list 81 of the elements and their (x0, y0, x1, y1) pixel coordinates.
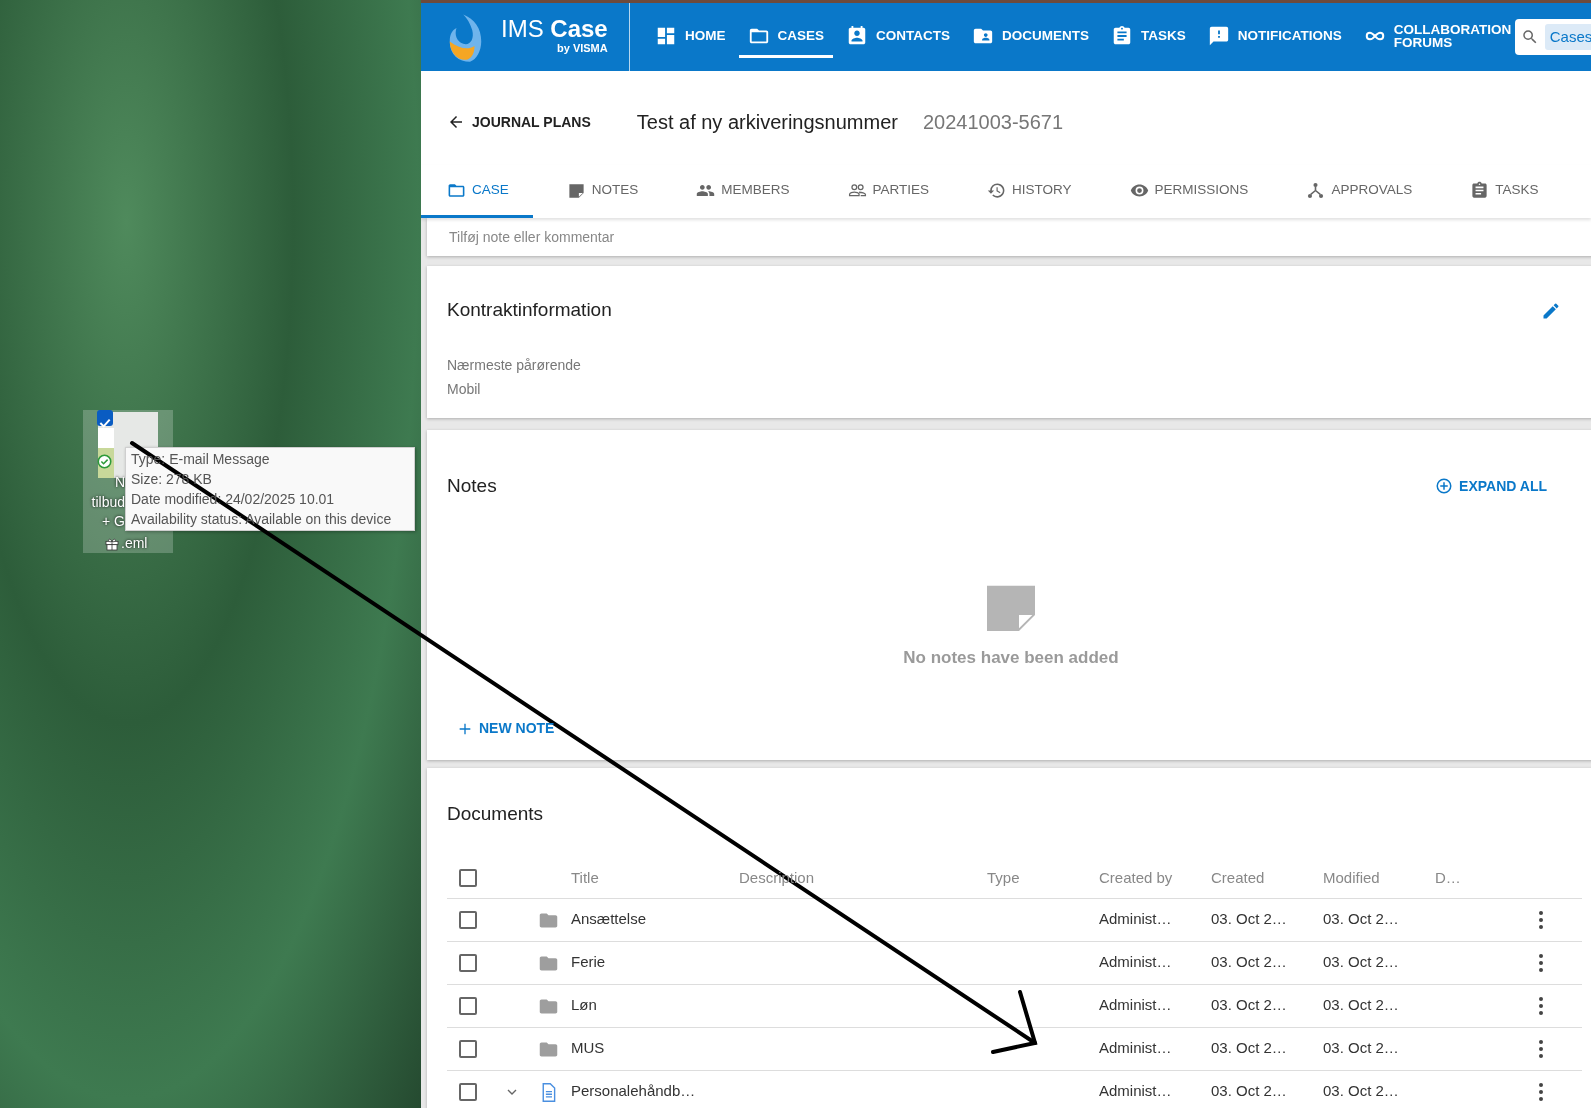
row-checkbox[interactable] (459, 1039, 477, 1058)
clipboard-icon (1111, 24, 1133, 47)
table-cell-text: 03. Oct 2… (1323, 952, 1400, 973)
back-link[interactable]: JOURNAL PLANS (447, 107, 591, 137)
logo-text: IMS Case (501, 17, 608, 40)
file-name-line: N (113, 473, 125, 492)
table-cell-text: Ansættelse (571, 909, 648, 930)
table-cell-text: Administ… (1099, 1081, 1173, 1102)
clipboard-icon (1470, 180, 1490, 200)
pencil-icon (1541, 301, 1561, 321)
table-cell-text: 03. Oct 2… (1323, 909, 1400, 930)
file-name-line: + G (101, 512, 125, 531)
table-cell-text: 03. Oct 2… (1211, 995, 1288, 1016)
column-header[interactable]: Title (571, 866, 739, 890)
table-cell-text: Administ… (1099, 995, 1173, 1016)
table-cell-text: Personalehåndb… (571, 1081, 697, 1102)
row-checkbox[interactable] (459, 1082, 477, 1101)
case-title: Test af ny arkiveringsnummer (636, 110, 898, 135)
table-cell-text: 03. Oct 2… (1211, 952, 1288, 973)
table-cell-text: 03. Oct 2… (1323, 995, 1400, 1016)
table-cell-text: 03. Oct 2… (1211, 1038, 1288, 1059)
expand-all-button[interactable]: EXPAND ALL (1435, 473, 1547, 499)
table-cell-text: Administ… (1099, 1038, 1173, 1059)
column-header[interactable]: D… (1435, 866, 1535, 890)
table-cell-text: 03. Oct 2… (1323, 1081, 1400, 1102)
more-vertical-icon (1539, 954, 1543, 973)
search-field[interactable]: Cases (1514, 19, 1591, 55)
card-title: Kontraktinformation (447, 298, 612, 322)
more-vertical-icon (1539, 1040, 1543, 1059)
tab[interactable]: NOTES (540, 165, 663, 218)
nav-link[interactable]: TASKS (1102, 16, 1195, 58)
column-header[interactable]: Created by (1099, 866, 1211, 890)
more-vertical-icon (1539, 1083, 1543, 1102)
table-cell-text: Løn (571, 995, 598, 1016)
sync-check-icon (97, 454, 112, 469)
field-label: Nærmeste pårørende (447, 355, 582, 375)
table-cell-text: 03. Oct 2… (1211, 1081, 1288, 1102)
tab[interactable]: MEMBERS (670, 165, 814, 218)
table-cell-text: 03. Oct 2… (1323, 1038, 1400, 1059)
selection-checkbox[interactable] (97, 410, 113, 426)
table-cell-text: 03. Oct 2… (1211, 909, 1288, 930)
nav-link[interactable]: HOME (646, 16, 735, 58)
row-checkbox[interactable] (459, 910, 477, 929)
search-scope-chip[interactable]: Cases (1544, 23, 1591, 51)
nav-link[interactable]: NOTIFICATIONS (1198, 16, 1351, 58)
case-number: 20241003-5671 (922, 110, 1064, 135)
table-cell-text: Ferie (571, 952, 607, 973)
more-vertical-icon (1539, 911, 1543, 930)
nav-link[interactable]: COLLABORATION FORUMS (1354, 14, 1515, 60)
row-checkbox[interactable] (459, 996, 477, 1015)
logo-subtitle: by VISMA (556, 40, 608, 56)
tab[interactable]: APPROVALS (1280, 165, 1437, 218)
nav-link[interactable]: DOCUMENTS (963, 16, 1098, 58)
tab[interactable]: PERMISSIONS (1103, 165, 1273, 218)
contact-card-icon (846, 24, 868, 47)
more-vertical-icon (1539, 997, 1543, 1016)
tab[interactable]: HISTORY (961, 165, 1096, 218)
table-cell-text: Administ… (1099, 909, 1173, 930)
search-icon (1520, 28, 1539, 46)
table-cell-text: Administ… (1099, 952, 1173, 973)
history-icon (987, 180, 1007, 200)
plus-circle-icon (1435, 477, 1454, 496)
table-cell-text: MUS (571, 1038, 606, 1059)
field-label: Mobil (447, 379, 482, 399)
new-note-button[interactable]: NEW NOTE (457, 716, 555, 741)
file-name-line: tilbud (90, 492, 125, 512)
column-header[interactable]: Created (1211, 866, 1323, 890)
select-all-checkbox[interactable] (459, 869, 477, 887)
card-title: Notes (447, 474, 497, 498)
column-header[interactable]: Type (987, 866, 1099, 890)
row-checkbox[interactable] (459, 953, 477, 972)
column-header[interactable]: Modified (1323, 866, 1435, 890)
node-tree-icon (1306, 180, 1326, 200)
alert-bubble-icon (1207, 24, 1230, 47)
tab[interactable]: PARTIES (821, 165, 954, 218)
file-extension: .eml (121, 534, 148, 553)
empty-state-text: No notes have been added (903, 646, 1119, 669)
tab[interactable]: TASKS (1444, 165, 1563, 218)
card-title: Documents (447, 802, 545, 826)
nav-link[interactable]: CASES (738, 16, 833, 58)
nav-link[interactable]: CONTACTS (837, 16, 959, 58)
